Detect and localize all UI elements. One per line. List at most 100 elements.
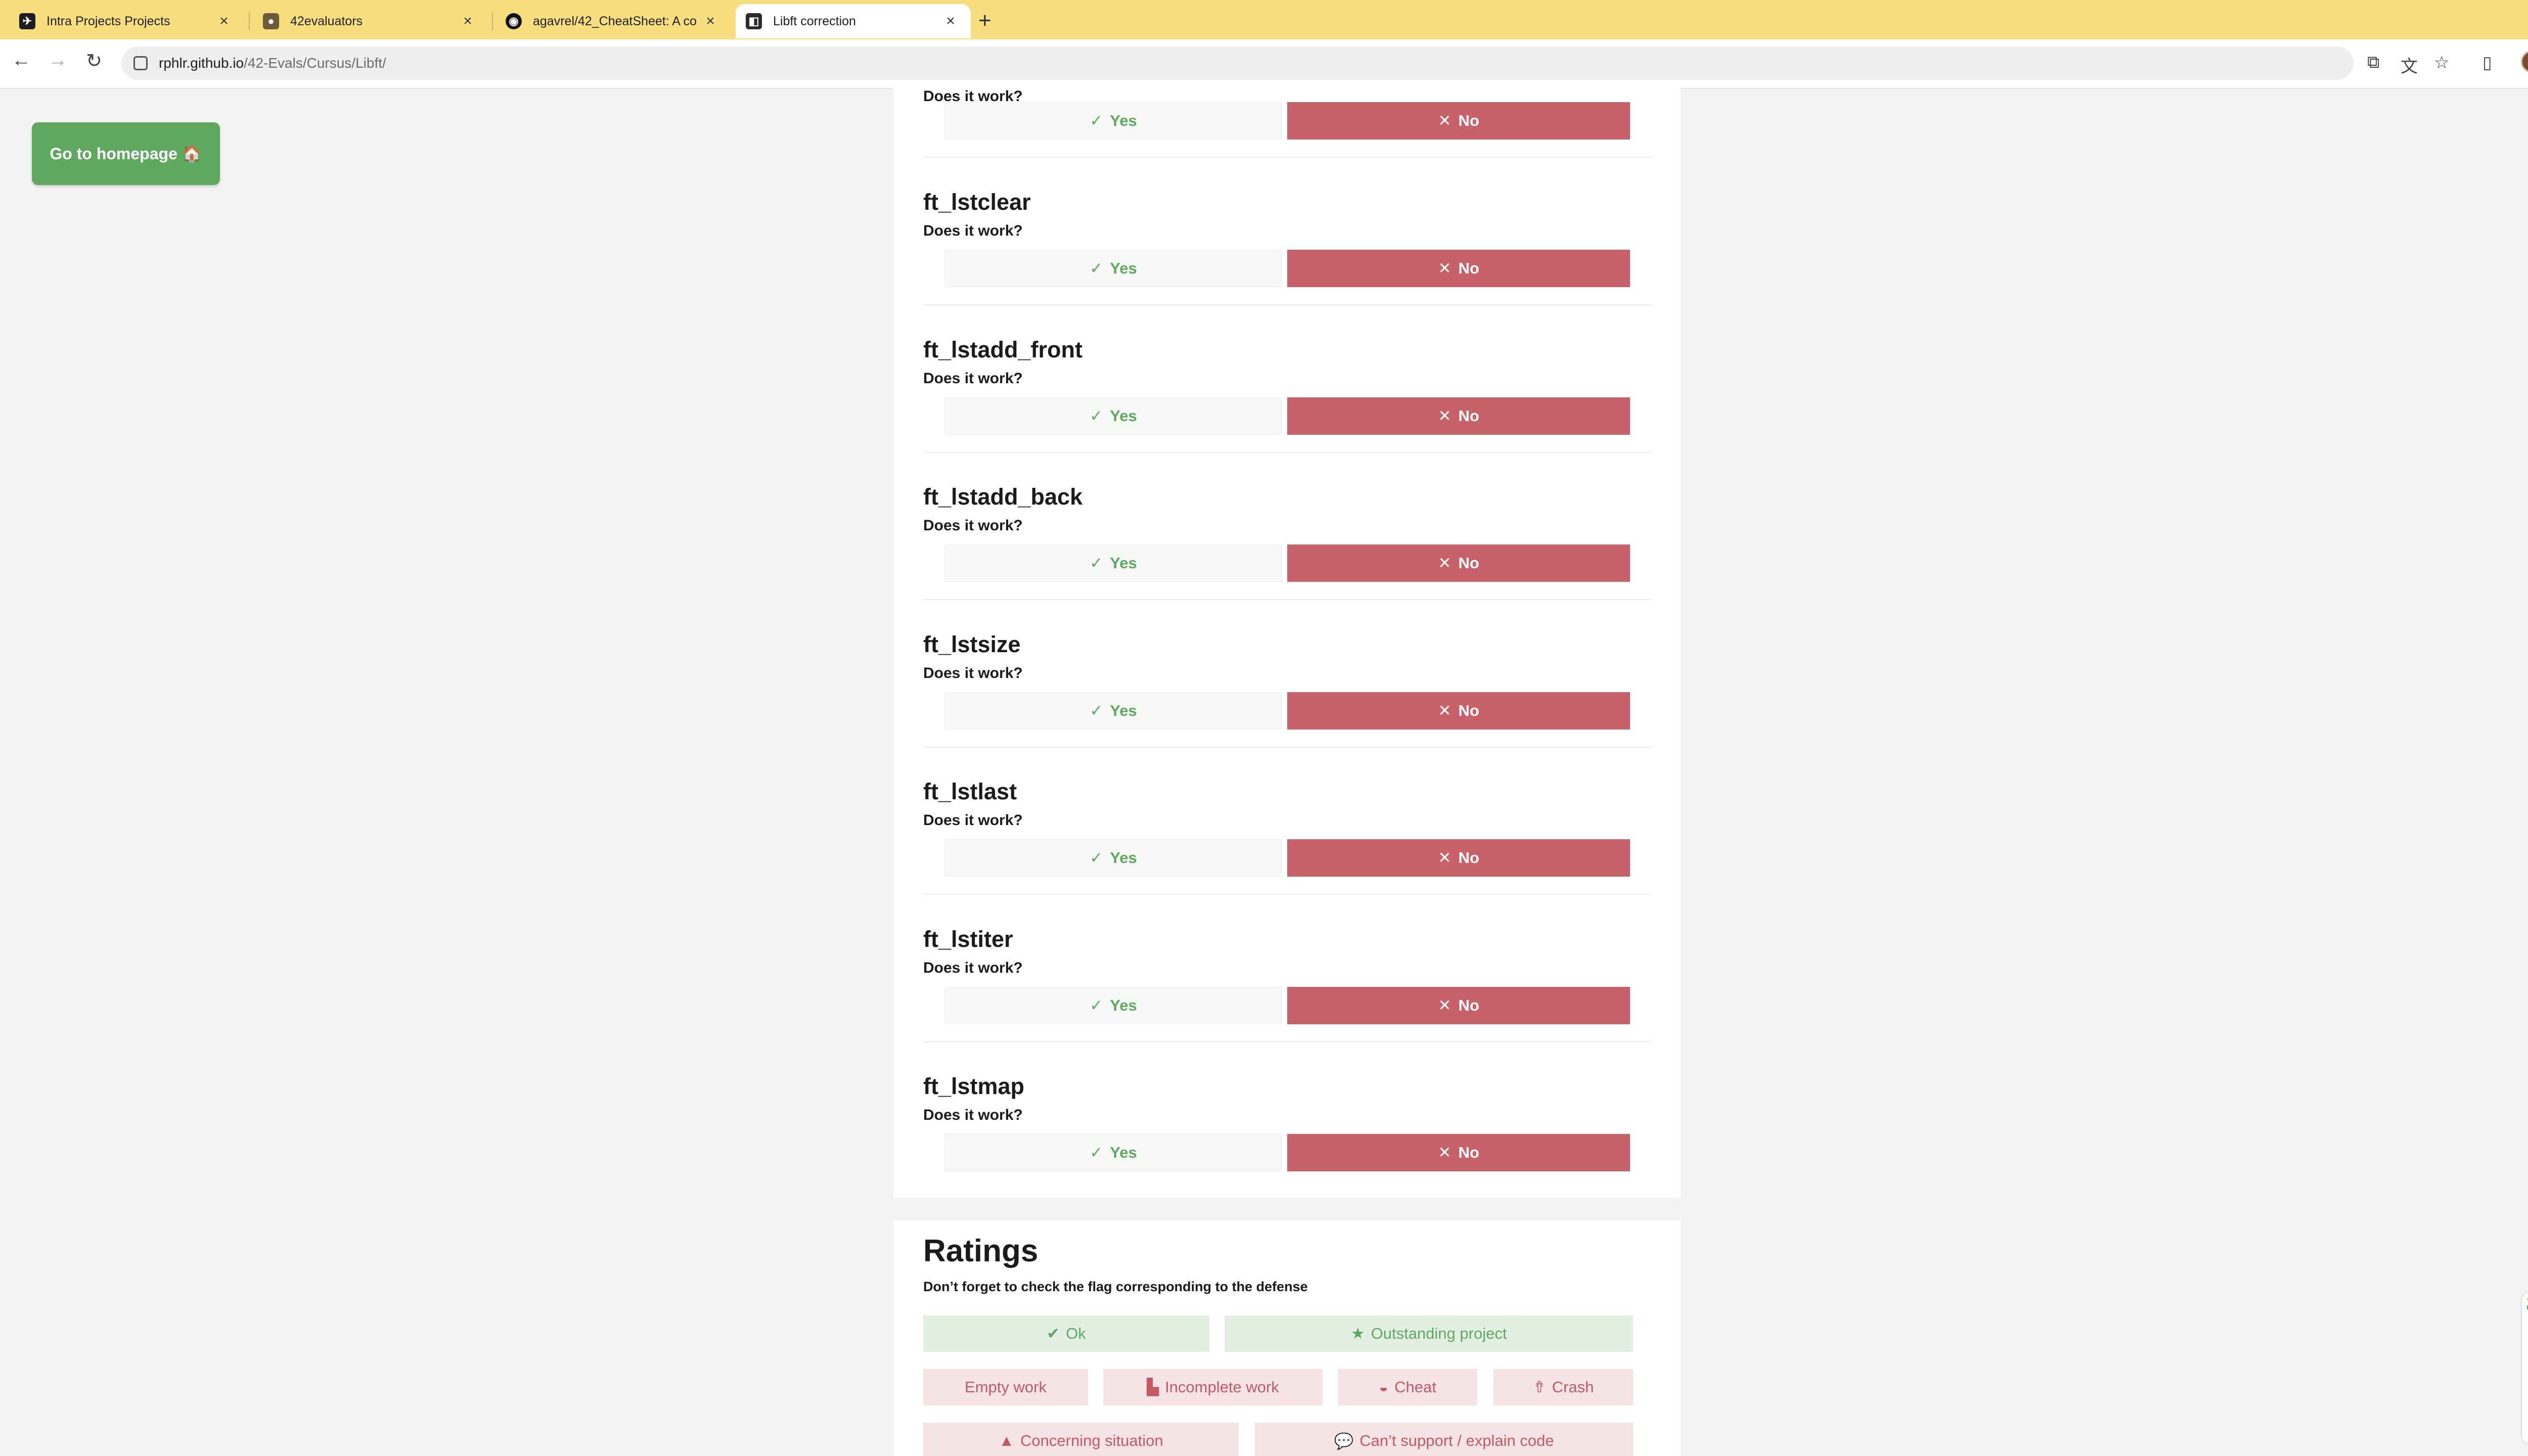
check-circle-icon: ✓ — [1090, 1144, 1103, 1161]
divider — [923, 1041, 1651, 1042]
no-label: No — [1458, 554, 1479, 572]
browser-toolbar: ← → ↻ rphlr.github.io/42-Evals/Cursus/Li… — [0, 39, 2528, 89]
yes-button[interactable]: ✓ Yes — [944, 397, 1282, 435]
install-app-icon[interactable]: ⧉ — [2367, 53, 2379, 72]
close-icon[interactable]: × — [700, 13, 720, 30]
yes-button[interactable]: ✓ Yes — [944, 1134, 1282, 1171]
close-icon[interactable]: × — [458, 13, 478, 30]
no-button[interactable]: ✕ No — [1287, 544, 1630, 582]
no-button[interactable]: ✕ No — [1287, 250, 1630, 287]
tab-title: Libft correction — [773, 14, 856, 28]
checkmark-icon: ✔ — [1047, 1325, 1060, 1342]
question-subtitle: Does it work? — [923, 960, 1023, 976]
question-subtitle: Does it work? — [923, 517, 1023, 534]
mask-icon: ◒ — [1379, 1378, 1388, 1396]
no-button[interactable]: ✕ No — [1287, 987, 1630, 1024]
page-minimap[interactable] — [2521, 1291, 2528, 1445]
no-label: No — [1458, 407, 1479, 425]
yes-button[interactable]: ✓ Yes — [944, 250, 1282, 287]
yes-button[interactable]: ✓ Yes — [944, 987, 1282, 1024]
ok-label: Ok — [1066, 1325, 1086, 1342]
divider — [923, 452, 1651, 453]
concerning-situation-flag-button[interactable]: ▲ Concerning situation — [923, 1423, 1239, 1456]
speech-bubble-icon: 💬 — [1334, 1432, 1354, 1450]
url-path: /42-Evals/Cursus/Libft/ — [244, 55, 386, 71]
cheat-flag-button[interactable]: ◒ Cheat — [1338, 1369, 1477, 1405]
address-bar[interactable]: rphlr.github.io/42-Evals/Cursus/Libft/ — [121, 47, 2354, 80]
tab-title: Intra Projects Projects — [47, 14, 170, 28]
empty-work-label: Empty work — [965, 1378, 1047, 1396]
yes-label: Yes — [1110, 554, 1137, 572]
check-circle-icon: ✓ — [1090, 849, 1103, 867]
concerning-label: Concerning situation — [1020, 1432, 1163, 1449]
close-icon[interactable]: × — [940, 13, 961, 30]
profile-avatar[interactable] — [2521, 51, 2528, 73]
outstanding-label: Outstanding project — [1371, 1325, 1507, 1342]
tab-42evaluators[interactable]: ● 42evaluators × — [253, 4, 488, 38]
outstanding-flag-button[interactable]: ★ Outstanding project — [1225, 1315, 1633, 1352]
yes-button[interactable]: ✓ Yes — [944, 839, 1282, 877]
incomplete-work-label: Incomplete work — [1165, 1378, 1279, 1396]
question-subtitle: Does it work? — [923, 1107, 1023, 1123]
no-label: No — [1458, 112, 1479, 129]
yes-button[interactable]: ✓ Yes — [944, 544, 1282, 582]
tab-strip: ✈ Intra Projects Projects × ● 42evaluato… — [0, 0, 2528, 39]
crash-icon: ⇮ — [1532, 1378, 1546, 1396]
check-circle-icon: ✓ — [1090, 554, 1103, 572]
site-info-icon[interactable] — [133, 56, 148, 70]
no-label: No — [1458, 996, 1479, 1014]
no-button[interactable]: ✕ No — [1287, 839, 1630, 877]
yes-label: Yes — [1110, 1144, 1137, 1161]
reload-icon[interactable]: ↻ — [80, 50, 108, 72]
bookmark-star-icon[interactable]: ☆ — [2434, 53, 2449, 73]
question-title: ft_lstadd_front — [923, 337, 1082, 362]
forward-arrow-icon[interactable]: → — [43, 50, 72, 71]
new-tab-plus-icon[interactable]: + — [978, 8, 991, 33]
x-icon: ✕ — [1438, 1144, 1452, 1161]
incomplete-work-flag-button[interactable]: ▙ Incomplete work — [1103, 1369, 1323, 1405]
translate-icon[interactable]: 文 — [2401, 53, 2418, 77]
warning-icon: ▲ — [999, 1432, 1015, 1449]
no-button[interactable]: ✕ No — [1287, 102, 1630, 140]
x-icon: ✕ — [1438, 554, 1452, 572]
no-button[interactable]: ✕ No — [1287, 1134, 1630, 1171]
no-label: No — [1458, 702, 1479, 719]
x-icon: ✕ — [1438, 849, 1452, 867]
yes-button[interactable]: ✓ Yes — [944, 102, 1282, 140]
crash-label: Crash — [1552, 1378, 1594, 1396]
go-to-homepage-button[interactable]: Go to homepage 🏠 — [32, 122, 220, 185]
question-title: ft_lstsize — [923, 631, 1021, 657]
42-logo-icon: ✈ — [19, 13, 35, 29]
tab-separator — [249, 12, 250, 30]
cant-support-flag-button[interactable]: 💬 Can’t support / explain code — [1255, 1423, 1633, 1456]
no-label: No — [1458, 259, 1479, 277]
tab-title: agavrel/42_CheatSheet: A co — [533, 14, 697, 28]
empty-work-flag-button[interactable]: Empty work — [923, 1369, 1088, 1405]
no-button[interactable]: ✕ No — [1287, 692, 1630, 730]
ok-flag-button[interactable]: ✔ Ok — [923, 1315, 1209, 1352]
back-arrow-icon[interactable]: ← — [7, 50, 35, 71]
page-viewport: Go to homepage 🏠 Does it work? ✓ Yes ✕ No … — [0, 88, 2528, 1456]
no-button[interactable]: ✕ No — [1287, 397, 1630, 435]
tab-cheatsheet[interactable]: ◉ agavrel/42_CheatSheet: A co × — [495, 4, 731, 38]
yes-label: Yes — [1110, 259, 1137, 277]
yes-label: Yes — [1110, 407, 1137, 425]
tab-intra-projects[interactable]: ✈ Intra Projects Projects × — [9, 4, 244, 38]
url-host: rphlr.github.io — [159, 55, 244, 71]
check-circle-icon: ✓ — [1090, 407, 1103, 425]
star-icon: ★ — [1350, 1325, 1365, 1342]
side-panel-icon[interactable]: ▯ — [2482, 53, 2492, 73]
question-title: ft_lstiter — [923, 926, 1013, 952]
close-icon[interactable]: × — [214, 13, 234, 30]
question-subtitle: Does it work? — [923, 370, 1023, 387]
yes-button[interactable]: ✓ Yes — [944, 692, 1282, 730]
user-silhouette-icon: ● — [263, 13, 279, 29]
ratings-note: Don’t forget to check the flag correspon… — [923, 1279, 1308, 1294]
question-subtitle: Does it work? — [923, 665, 1023, 681]
cant-support-label: Can’t support / explain code — [1360, 1432, 1554, 1449]
check-circle-icon: ✓ — [1090, 996, 1103, 1014]
crash-flag-button[interactable]: ⇮ Crash — [1494, 1369, 1633, 1405]
tab-libft-correction[interactable]: ◧ Libft correction × — [736, 4, 971, 38]
check-circle-icon: ✓ — [1090, 259, 1103, 277]
cheat-label: Cheat — [1394, 1378, 1436, 1396]
